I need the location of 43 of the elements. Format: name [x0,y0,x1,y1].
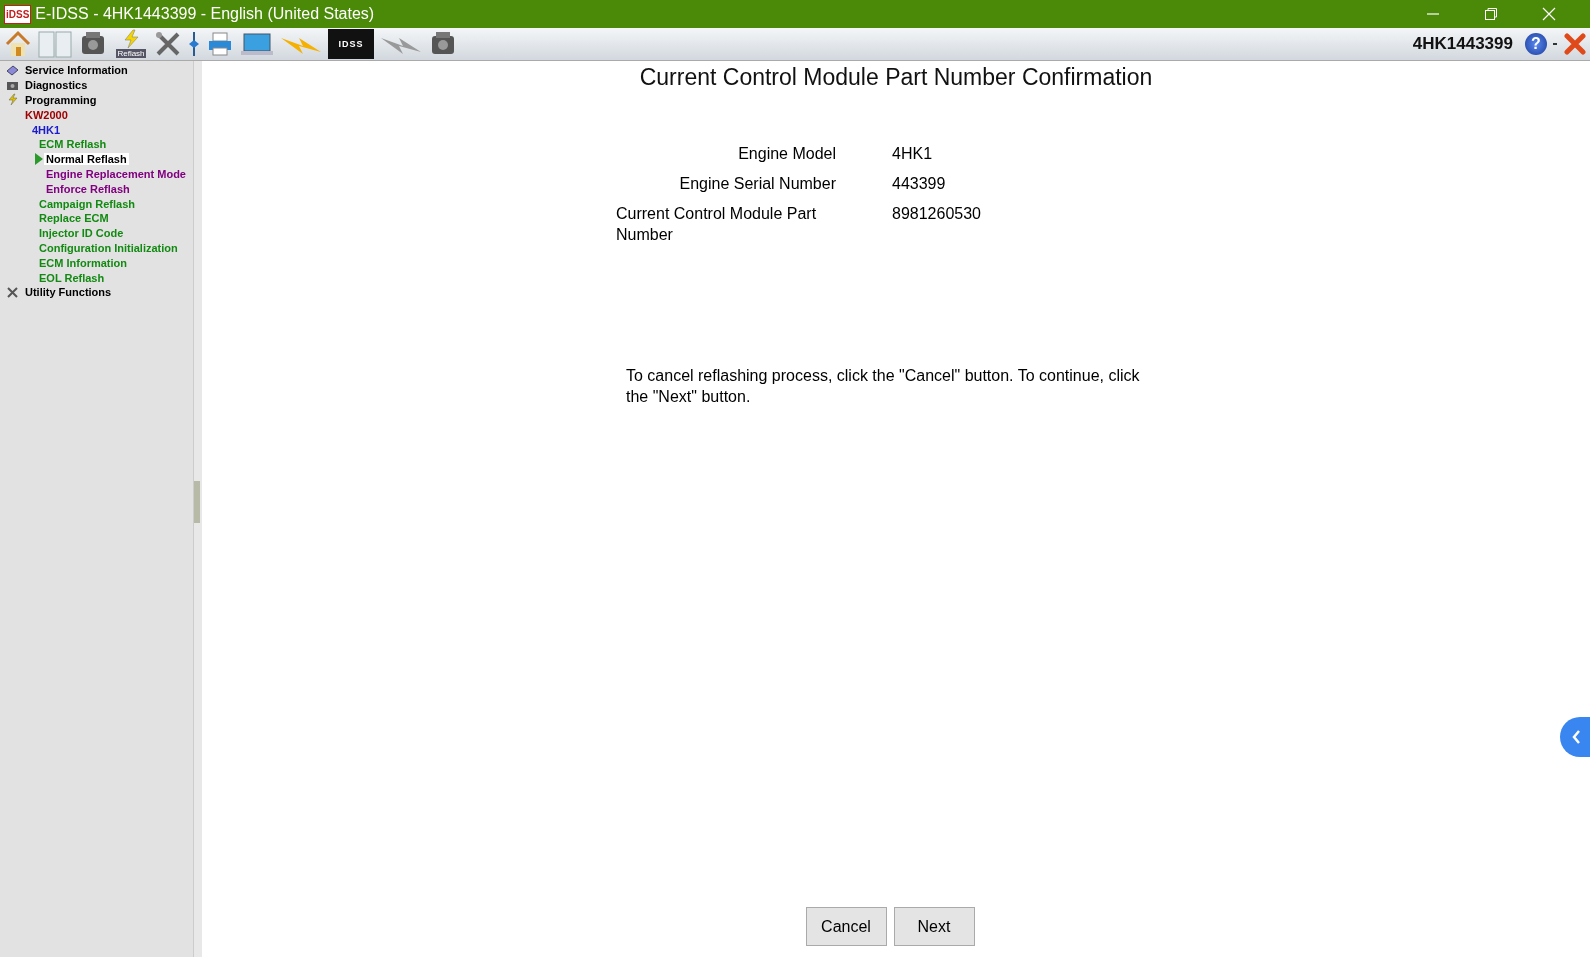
restore-icon[interactable] [1484,7,1498,21]
tree-item[interactable]: Programming [23,94,99,106]
tree-item[interactable]: Normal Reflash [44,153,129,166]
tree-item[interactable]: Enforce Reflash [44,182,132,195]
tree-item[interactable]: Campaign Reflash [37,197,137,210]
collapse-handle[interactable] [194,481,200,523]
tree-item[interactable]: EOL Reflash [37,271,107,284]
app-logo: iDSS [4,4,32,24]
tools-icon[interactable] [154,30,182,58]
printer-icon[interactable] [206,30,234,58]
field-value: 443399 [892,174,947,194]
field-label: Engine Model [737,144,836,164]
field-label: Engine Serial Number [678,174,836,194]
cancel-button[interactable]: Cancel [805,907,887,946]
tree-item[interactable]: Utility Functions [23,286,114,299]
side-panel-tab[interactable] [1560,717,1590,757]
tree-item[interactable]: Engine Replacement Mode [44,167,188,180]
home-icon[interactable] [4,30,32,58]
window-title: E-IDSS - 4HK1443399 - English (United States) [35,5,375,23]
close-icon[interactable] [1564,33,1586,55]
tree-item[interactable]: KW2000 [23,108,70,121]
laptop-icon[interactable] [240,30,274,58]
book-icon [6,63,19,77]
next-button[interactable]: Next [893,907,975,946]
page-title: Current Control Module Part Number Confirmation [639,64,1153,91]
lightning-icon [6,93,19,107]
tree-item[interactable]: Configuration Initialization [37,241,180,254]
help-button[interactable]: ? [1525,33,1547,55]
reflash-button[interactable]: Reflash [114,29,148,59]
tree-item[interactable]: 4HK1 [30,123,63,136]
selection-arrow-icon [35,153,43,166]
vin-label: 4HK1443399 [1412,34,1513,54]
tree-item[interactable]: ECM Reflash [37,138,109,151]
field-value: 4HK1 [892,144,934,164]
instruction-text: To cancel reflashing process, click the "Cancel" button. To continue, click the "Next" button. [626,366,1141,407]
device-button[interactable]: IDSS [328,29,374,59]
field-label: Current Control Module Part Number [616,204,818,245]
tree-item[interactable]: ECM Information [37,256,129,269]
tree-item[interactable]: Service Information [23,64,130,77]
splitter-icon[interactable] [188,30,200,58]
field-value: 8981260530 [892,204,982,224]
tree-item[interactable]: Diagnostics [23,79,90,92]
tools-icon [6,285,19,299]
